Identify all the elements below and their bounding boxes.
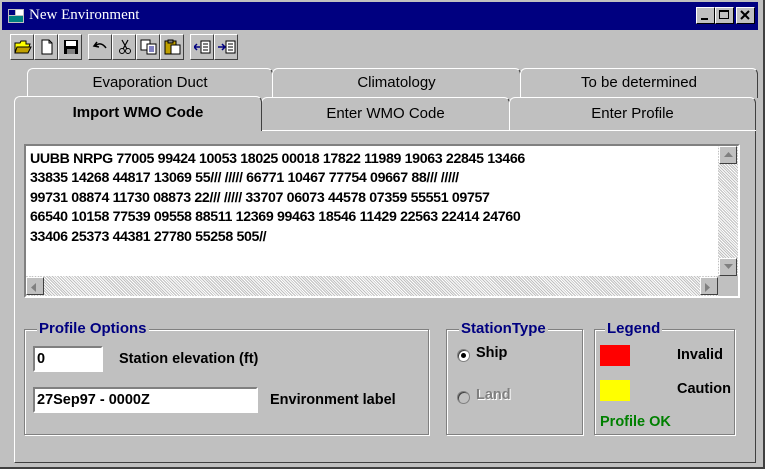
copy-icon[interactable] (136, 34, 160, 60)
scroll-left-button[interactable] (26, 277, 44, 295)
cut-icon[interactable] (112, 34, 136, 60)
profile-ok-label: Profile OK (600, 414, 671, 430)
scroll-up-button[interactable] (719, 146, 737, 164)
legend-group: Legend Invalid Caution Profile OK (594, 320, 735, 435)
horizontal-scrollbar[interactable] (26, 276, 718, 296)
station-elevation-field[interactable]: 0 (33, 346, 103, 372)
land-radio[interactable] (457, 391, 470, 404)
wmo-code-line: 33835 14268 44817 13069 55/// ///// 6677… (30, 170, 459, 187)
close-button[interactable] (736, 7, 755, 24)
import-icon[interactable] (190, 34, 214, 60)
station-type-group: StationType Ship Land (446, 320, 583, 435)
title-bar[interactable]: New Environment (2, 2, 758, 30)
legend-title: Legend (605, 320, 663, 337)
invalid-label: Invalid (677, 347, 723, 363)
export-icon[interactable] (214, 34, 238, 60)
environment-label-label: Environment label (270, 392, 396, 408)
profile-options-group: Profile Options 0 Station elevation (ft)… (24, 320, 429, 435)
caution-swatch (600, 380, 630, 401)
toolbar (6, 34, 306, 62)
tab-to-be-determined[interactable]: To be determined (520, 68, 758, 98)
minimize-button[interactable] (696, 7, 715, 24)
new-file-icon[interactable] (34, 34, 58, 60)
undo-icon[interactable] (88, 34, 112, 60)
paste-icon[interactable] (160, 34, 184, 60)
ship-label[interactable]: Ship (476, 345, 507, 361)
station-elevation-label: Station elevation (ft) (119, 351, 259, 367)
tab-evaporation-duct[interactable]: Evaporation Duct (27, 68, 273, 98)
wmo-code-text[interactable]: UUBB NRPG 77005 99424 10053 18025 00018 … (30, 150, 718, 280)
station-type-title: StationType (459, 320, 548, 337)
panel-top-edge (261, 130, 756, 131)
wmo-code-line: 66540 10158 77539 09558 88511 12369 9946… (30, 209, 521, 226)
maximize-button[interactable] (715, 7, 734, 24)
wmo-code-textarea[interactable]: UUBB NRPG 77005 99424 10053 18025 00018 … (24, 144, 740, 298)
wmo-code-line: 99731 08874 11730 08873 22/// ///// 3370… (30, 189, 490, 206)
window-title: New Environment (29, 7, 140, 23)
wmo-code-line: UUBB NRPG 77005 99424 10053 18025 00018 … (30, 151, 525, 167)
invalid-swatch (600, 345, 630, 366)
tab-enter-profile[interactable]: Enter Profile (509, 97, 756, 130)
scroll-corner (718, 276, 738, 296)
profile-options-title: Profile Options (37, 320, 149, 337)
wmo-code-line: 33406 25373 44381 27780 55258 505// (30, 228, 267, 245)
vertical-scrollbar[interactable] (718, 146, 738, 276)
tab-import-wmo-code[interactable]: Import WMO Code (14, 96, 262, 131)
open-folder-icon[interactable] (10, 34, 34, 60)
tab-enter-wmo-code[interactable]: Enter WMO Code (261, 97, 510, 130)
scroll-down-button[interactable] (719, 258, 737, 276)
environment-label-field[interactable]: 27Sep97 - 0000Z (33, 387, 258, 413)
new-environment-window: New Environment Evaporation Duct Climato… (0, 0, 765, 469)
app-icon (8, 9, 24, 23)
save-icon[interactable] (58, 34, 82, 60)
scroll-right-button[interactable] (700, 277, 718, 295)
ship-radio[interactable] (457, 349, 470, 362)
tab-climatology[interactable]: Climatology (272, 68, 521, 98)
caution-label: Caution (677, 381, 731, 397)
land-label[interactable]: Land (476, 387, 511, 403)
